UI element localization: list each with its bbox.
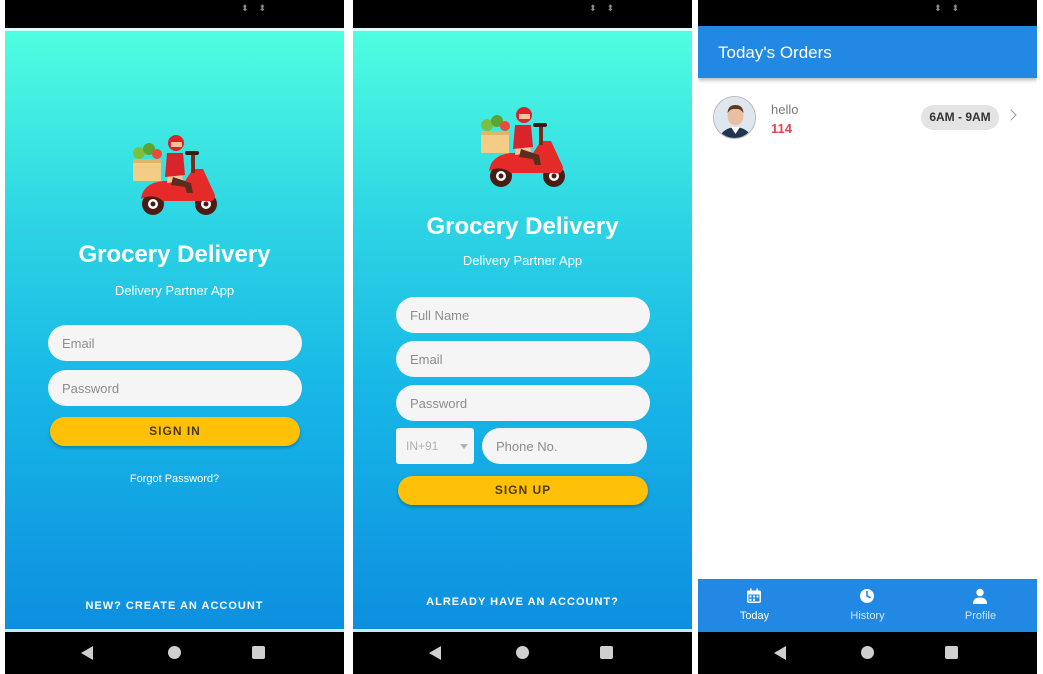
nav-recent-icon[interactable] bbox=[945, 646, 958, 659]
dropdown-arrow-icon bbox=[460, 444, 468, 449]
email-field[interactable] bbox=[396, 341, 650, 377]
customer-name: hello bbox=[771, 102, 799, 117]
tab-history-label: History bbox=[850, 610, 885, 622]
order-list-item[interactable]: hello 114 6AM - 9AM bbox=[698, 94, 1037, 142]
phone-number-field[interactable] bbox=[482, 428, 647, 464]
nav-back-icon[interactable] bbox=[81, 646, 93, 660]
delivery-scooter-logo bbox=[133, 135, 217, 215]
tab-today-label: Today bbox=[739, 610, 770, 622]
status-bar: ⬍⬍ bbox=[353, 0, 692, 26]
already-have-account-link[interactable]: ALREADY HAVE AN ACCOUNT? bbox=[353, 596, 692, 608]
status-arrows-icon: ⬍⬍ bbox=[589, 4, 625, 14]
nav-recent-icon[interactable] bbox=[252, 646, 265, 659]
app-subtitle: Delivery Partner App bbox=[462, 253, 583, 268]
app-subtitle: Delivery Partner App bbox=[114, 283, 235, 298]
android-nav-bar bbox=[698, 632, 1037, 674]
password-field[interactable] bbox=[396, 385, 650, 421]
order-number: 114 bbox=[771, 121, 792, 136]
nav-home-icon[interactable] bbox=[861, 646, 874, 659]
app-title: Grocery Delivery bbox=[78, 241, 271, 268]
bottom-navigation: Today History Profile bbox=[698, 579, 1037, 632]
orders-phone: ⬍⬍ Today's Orders hello 114 6AM - 9AM To… bbox=[698, 0, 1037, 674]
status-arrows-icon: ⬍⬍ bbox=[241, 4, 277, 14]
page-title: Today's Orders bbox=[718, 43, 832, 62]
status-bar: ⬍⬍ bbox=[5, 0, 344, 26]
avatar bbox=[713, 96, 756, 139]
android-nav-bar bbox=[353, 632, 692, 674]
calendar-icon bbox=[747, 588, 761, 603]
clock-icon bbox=[860, 589, 874, 603]
password-field[interactable] bbox=[48, 370, 302, 406]
status-arrows-icon: ⬍⬍ bbox=[934, 4, 970, 14]
app-bar: Today's Orders bbox=[698, 26, 1037, 78]
status-bar: ⬍⬍ bbox=[698, 0, 1037, 26]
avatar-photo-icon bbox=[714, 97, 755, 138]
tab-profile[interactable]: Profile bbox=[924, 579, 1037, 632]
tab-history[interactable]: History bbox=[811, 579, 924, 632]
android-nav-bar bbox=[5, 632, 344, 674]
chevron-right-icon bbox=[1005, 109, 1017, 121]
orders-screen: Today's Orders hello 114 6AM - 9AM Today… bbox=[698, 26, 1037, 632]
create-account-link[interactable]: NEW? CREATE AN ACCOUNT bbox=[5, 600, 344, 612]
sign-in-button[interactable]: SIGN IN bbox=[50, 417, 300, 446]
nav-recent-icon[interactable] bbox=[600, 646, 613, 659]
signin-phone: ⬍⬍ Grocery Delivery Delivery Partner App… bbox=[5, 0, 344, 674]
full-name-field[interactable] bbox=[396, 297, 650, 333]
nav-home-icon[interactable] bbox=[168, 646, 181, 659]
country-code-value: IN+91 bbox=[406, 439, 439, 453]
email-field[interactable] bbox=[48, 325, 302, 361]
tab-today[interactable]: Today bbox=[698, 579, 811, 632]
nav-home-icon[interactable] bbox=[516, 646, 529, 659]
person-icon bbox=[973, 588, 987, 604]
country-code-select[interactable]: IN+91 bbox=[396, 428, 474, 464]
signup-phone: ⬍⬍ Grocery Delivery Delivery Partner App… bbox=[353, 0, 692, 674]
delivery-scooter-logo bbox=[481, 107, 565, 187]
forgot-password-link[interactable]: Forgot Password? bbox=[5, 473, 344, 485]
time-slot-badge: 6AM - 9AM bbox=[921, 105, 999, 130]
tab-profile-label: Profile bbox=[964, 610, 997, 622]
sign-up-button[interactable]: SIGN UP bbox=[398, 476, 648, 505]
nav-back-icon[interactable] bbox=[429, 646, 441, 660]
nav-back-icon[interactable] bbox=[774, 646, 786, 660]
app-title: Grocery Delivery bbox=[426, 213, 619, 240]
